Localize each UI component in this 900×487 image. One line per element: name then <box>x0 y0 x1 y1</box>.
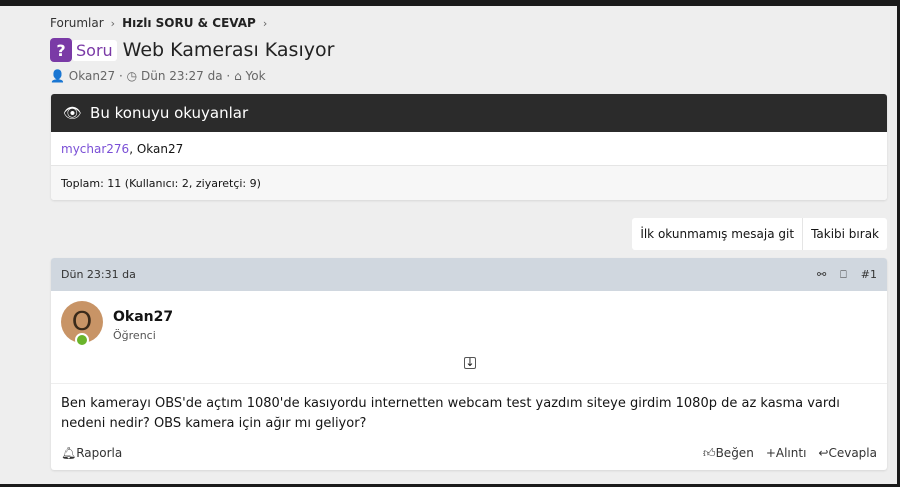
clock-icon: ◷ <box>126 69 138 83</box>
thread-date[interactable]: Dün 23:27 da <box>141 69 223 83</box>
page-title: ? Soru Web Kamerası Kasıyor <box>50 38 334 62</box>
unwatch-button[interactable]: Takibi bırak <box>803 218 887 250</box>
question-icon: ? <box>50 38 72 62</box>
thread-tags: Yok <box>245 69 266 83</box>
share-icon[interactable]: ⚯ <box>817 268 826 281</box>
thread-author[interactable]: Okan27 <box>69 69 115 83</box>
thread-meta: 👤 Okan27 · ◷ Dün 23:27 da · ⌂ Yok <box>50 69 266 83</box>
reader-link[interactable]: mychar276 <box>61 142 129 156</box>
thread-actions: İlk okunmamış mesaja git Takibi bırak <box>632 218 887 250</box>
breadcrumb: Forumlar › Hızlı SORU & CEVAP › <box>50 16 274 30</box>
readers-title: Bu konuyu okuyanlar <box>90 104 249 122</box>
online-icon <box>75 333 89 347</box>
reply-icon: ↩ <box>818 446 829 460</box>
username[interactable]: Okan27 <box>113 309 173 325</box>
prefix-label[interactable]: Soru <box>72 39 117 61</box>
like-label: Beğen <box>715 446 754 460</box>
thread-title: Web Kamerası Kasıyor <box>122 39 335 61</box>
chevron-right-icon: › <box>262 17 268 30</box>
plus-icon: + <box>765 446 776 460</box>
eye-icon: 👁 <box>63 104 83 122</box>
breadcrumb-category[interactable]: Hızlı SORU & CEVAP <box>122 16 256 30</box>
thumbs-up-icon: 👍︎ <box>703 446 716 460</box>
page: Forumlar › Hızlı SORU & CEVAP › ? Soru Web Ka… <box>0 6 897 484</box>
breadcrumb-forums[interactable]: Forumlar <box>50 16 104 30</box>
quote-button[interactable]: +Alıntı <box>766 446 807 461</box>
like-button[interactable]: 👍︎Beğen <box>703 446 754 461</box>
post-body: Ben kamerayı OBS'de açtım 1080'de kasıyo… <box>51 383 887 444</box>
readers-list: mychar276, Okan27 <box>51 132 887 166</box>
bell-icon: 🔔︎ <box>61 446 77 460</box>
tag-icon: ⌂ <box>234 69 242 83</box>
unread-button[interactable]: İlk okunmamış mesaja git <box>632 218 804 250</box>
report-button[interactable]: 🔔︎Raporla <box>61 446 122 461</box>
reader-link[interactable]: Okan27 <box>137 142 183 156</box>
post-date[interactable]: Dün 23:31 da <box>61 268 136 281</box>
post-number[interactable]: #1 <box>861 268 877 281</box>
chevron-right-icon: › <box>110 17 116 30</box>
report-label: Raporla <box>76 446 123 460</box>
post: Dün 23:31 da ⚯ ⎕ #1 O Okan27 Öğrenci ↓ Ben… <box>51 258 887 470</box>
expand-icon[interactable]: ↓ <box>464 357 476 369</box>
readers-block: 👁 Bu konuyu okuyanlar mychar276, Okan27 T… <box>51 94 887 200</box>
reply-button[interactable]: ↩Cevapla <box>818 446 877 461</box>
quote-label: Alıntı <box>775 446 807 460</box>
reply-label: Cevapla <box>828 446 877 460</box>
user-icon: 👤 <box>50 69 65 83</box>
readers-total: Toplam: 11 (Kullanıcı: 2, ziyaretçi: 9) <box>51 166 887 200</box>
bookmark-icon[interactable]: ⎕ <box>840 268 847 282</box>
user-role: Öğrenci <box>113 329 156 342</box>
